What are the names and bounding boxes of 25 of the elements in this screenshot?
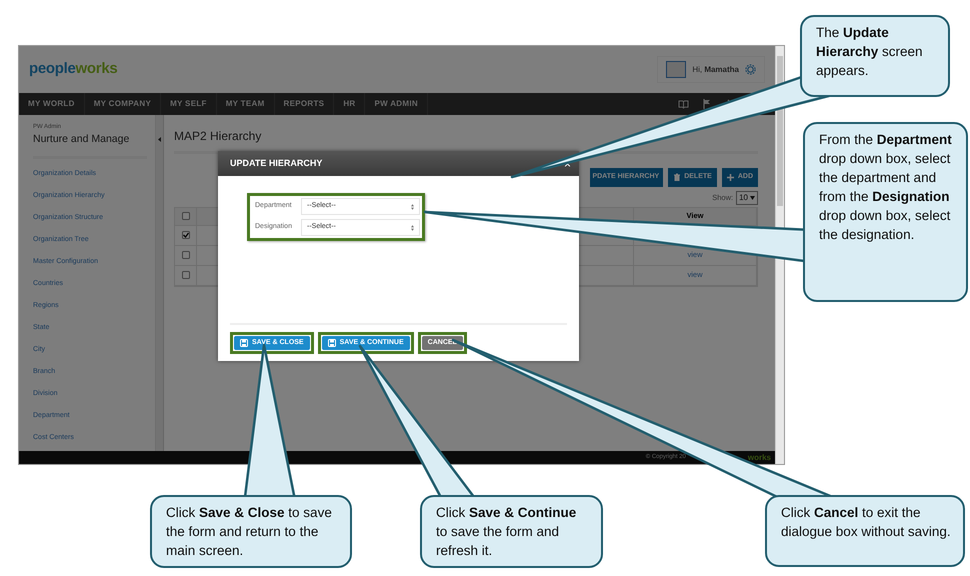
plus-icon (726, 174, 734, 181)
checkbox[interactable] (182, 231, 190, 239)
footer-logo: works (748, 452, 771, 464)
page-size-select[interactable]: 10 (736, 190, 758, 204)
callout-box: The Update Hierarchy screen appears. (800, 15, 950, 97)
dialog-title: UPDATE HIERARCHY (230, 156, 322, 170)
logo: peopleworks (29, 59, 118, 80)
flag-icon[interactable] (703, 99, 712, 109)
checkbox[interactable] (182, 212, 190, 220)
callout-box: Click Save & Close to save the form and return to the main screen. (150, 495, 352, 568)
collapse-icon[interactable] (158, 137, 161, 142)
updown-arrows-icon (411, 224, 414, 230)
settings-icon[interactable] (745, 64, 756, 75)
sidebar-title: Nurture and Manage (33, 132, 147, 159)
trash-icon (673, 173, 680, 182)
checkbox[interactable] (182, 271, 190, 279)
caret-icon (750, 196, 755, 200)
callout-box: From the Department drop down box, select the department and from the Designation drop down box, select the designation. (803, 122, 968, 302)
callout-box: Click Save & Continue to save the form and refresh it. (420, 495, 603, 568)
book-icon[interactable] (678, 100, 689, 108)
updown-arrows-icon (411, 204, 414, 210)
greeting: Hi, Mamatha (692, 64, 739, 76)
avatar-icon (666, 61, 686, 78)
callout-box: Click Cancel to exit the dialogue box without saving. (765, 495, 965, 567)
checkbox[interactable] (182, 251, 190, 259)
